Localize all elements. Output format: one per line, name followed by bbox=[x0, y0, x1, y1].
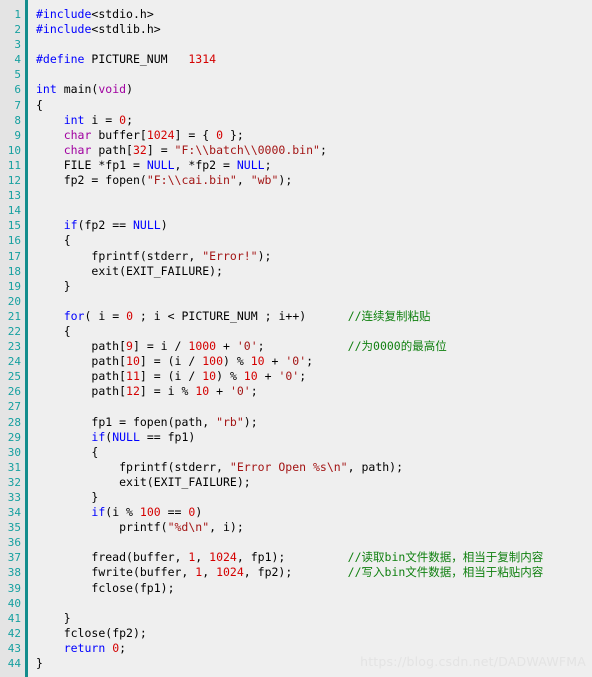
line-number: 34 bbox=[7, 506, 21, 520]
code-line: fprintf(stderr, "Error!"); bbox=[91, 248, 272, 263]
line-number: 3 bbox=[14, 38, 21, 52]
code-line: } bbox=[36, 610, 71, 625]
code-line: path[11] = (i / 10) % 10 + '0'; bbox=[91, 369, 307, 384]
line-number: 4 bbox=[14, 53, 21, 67]
code-line: int i = 0; bbox=[63, 112, 134, 127]
line-number: 21 bbox=[7, 309, 21, 323]
line-number: 23 bbox=[7, 340, 21, 354]
line-number: 39 bbox=[7, 581, 21, 595]
line-number: 36 bbox=[7, 536, 21, 550]
code-line: char path[32] = "F:\\batch\\0000.bin"; bbox=[63, 142, 327, 157]
code-line: printf("%d\n", i); bbox=[119, 520, 244, 535]
line-number: 30 bbox=[7, 445, 21, 459]
code-line: fprintf(stderr, "Error Open %s\n", path)… bbox=[119, 459, 404, 474]
line-number: 31 bbox=[7, 460, 21, 474]
code-line: path[10] = (i / 100) % 10 + '0'; bbox=[91, 354, 314, 369]
line-number: 16 bbox=[7, 234, 21, 248]
line-number: 33 bbox=[7, 491, 21, 504]
code-line: } bbox=[36, 656, 43, 671]
line-number: 7 bbox=[14, 98, 21, 112]
line-number: 29 bbox=[7, 430, 21, 444]
line-number: 20 bbox=[7, 294, 21, 308]
code-line: int main(void) bbox=[36, 82, 133, 97]
code-line: } bbox=[36, 490, 99, 504]
line-number: 35 bbox=[7, 521, 21, 535]
line-number: 25 bbox=[7, 370, 21, 384]
code-line: { bbox=[36, 233, 71, 248]
line-number: 5 bbox=[14, 68, 21, 82]
line-number: 22 bbox=[7, 324, 21, 338]
line-number: 37 bbox=[7, 551, 21, 565]
code-line: { bbox=[36, 323, 71, 338]
line-number: 19 bbox=[7, 279, 21, 293]
code-line: { bbox=[36, 444, 99, 459]
line-number: 18 bbox=[7, 264, 21, 278]
line-number: 8 bbox=[14, 113, 21, 127]
line-number: 24 bbox=[7, 355, 21, 369]
line-number: 38 bbox=[7, 566, 21, 580]
line-number: 43 bbox=[7, 641, 21, 655]
code-line: fp2 = fopen("F:\\cai.bin", "wb"); bbox=[63, 173, 293, 188]
line-number: 6 bbox=[14, 83, 21, 97]
line-number: 17 bbox=[7, 249, 21, 263]
code-comment: //连续复制粘贴 bbox=[306, 308, 431, 323]
code-line: #define PICTURE_NUM 1314 bbox=[36, 52, 217, 67]
line-number: 9 bbox=[14, 128, 21, 142]
line-number: 12 bbox=[7, 174, 21, 188]
line-number: 26 bbox=[7, 385, 21, 399]
line-number: 11 bbox=[7, 158, 21, 172]
line-number: 10 bbox=[7, 143, 21, 157]
code-line: fread(buffer, 1, 1024, fp1); //读取bin文件数据… bbox=[91, 550, 544, 565]
line-number: 14 bbox=[7, 204, 21, 218]
line-number: 1 bbox=[14, 8, 21, 21]
code-comment: //为0000的最高位 bbox=[264, 339, 447, 354]
code-line: } bbox=[36, 278, 71, 293]
code-line: for( i = 0 ; i < PICTURE_NUM ; i++) //连续… bbox=[63, 308, 431, 323]
code-line: path[12] = i % 10 + '0'; bbox=[91, 384, 258, 399]
line-number-gutter: 1 2 3 4 5 6 7 8 9 10 11 12 13 14 15 16 1… bbox=[0, 0, 28, 677]
code-content[interactable]: #include<stdio.h> #include<stdlib.h> #def… bbox=[28, 0, 592, 677]
code-line: exit(EXIT_FAILURE); bbox=[91, 263, 223, 278]
code-line: path[9] = i / 1000 + '0'; //为0000的最高位 bbox=[91, 339, 447, 354]
line-number: 42 bbox=[7, 626, 21, 640]
line-number: 44 bbox=[7, 657, 21, 671]
code-line: fwrite(buffer, 1, 1024, fp2); //写入bin文件数… bbox=[91, 565, 544, 580]
code-line: fclose(fp2); bbox=[63, 625, 147, 640]
code-line: { bbox=[36, 97, 43, 112]
line-number: 2 bbox=[14, 23, 21, 37]
code-line: if(i % 100 == 0) bbox=[91, 505, 203, 520]
code-line: fp1 = fopen(path, "rb"); bbox=[91, 414, 258, 429]
line-number: 28 bbox=[7, 415, 21, 429]
line-number: 40 bbox=[7, 596, 21, 610]
code-comment: //读取bin文件数据，相当于复制内容 bbox=[285, 550, 544, 565]
code-line: fclose(fp1); bbox=[91, 580, 175, 595]
code-line: FILE *fp1 = NULL, *fp2 = NULL; bbox=[63, 157, 272, 172]
code-comment: //写入bin文件数据，相当于粘贴内容 bbox=[292, 565, 544, 580]
line-number: 13 bbox=[7, 189, 21, 203]
line-number: 15 bbox=[7, 219, 21, 233]
line-number: 41 bbox=[7, 611, 21, 625]
code-viewer: 1 2 3 4 5 6 7 8 9 10 11 12 13 14 15 16 1… bbox=[0, 0, 592, 677]
code-line: #include<stdlib.h> bbox=[36, 22, 161, 37]
code-line: char buffer[1024] = { 0 }; bbox=[63, 127, 244, 142]
line-number: 27 bbox=[7, 400, 21, 414]
line-number: 32 bbox=[7, 475, 21, 489]
code-line: exit(EXIT_FAILURE); bbox=[119, 474, 251, 489]
code-line: if(NULL == fp1) bbox=[91, 429, 196, 444]
code-line: return 0; bbox=[63, 640, 127, 655]
code-line: if(fp2 == NULL) bbox=[63, 218, 168, 233]
code-line: #include<stdio.h> bbox=[36, 7, 154, 21]
